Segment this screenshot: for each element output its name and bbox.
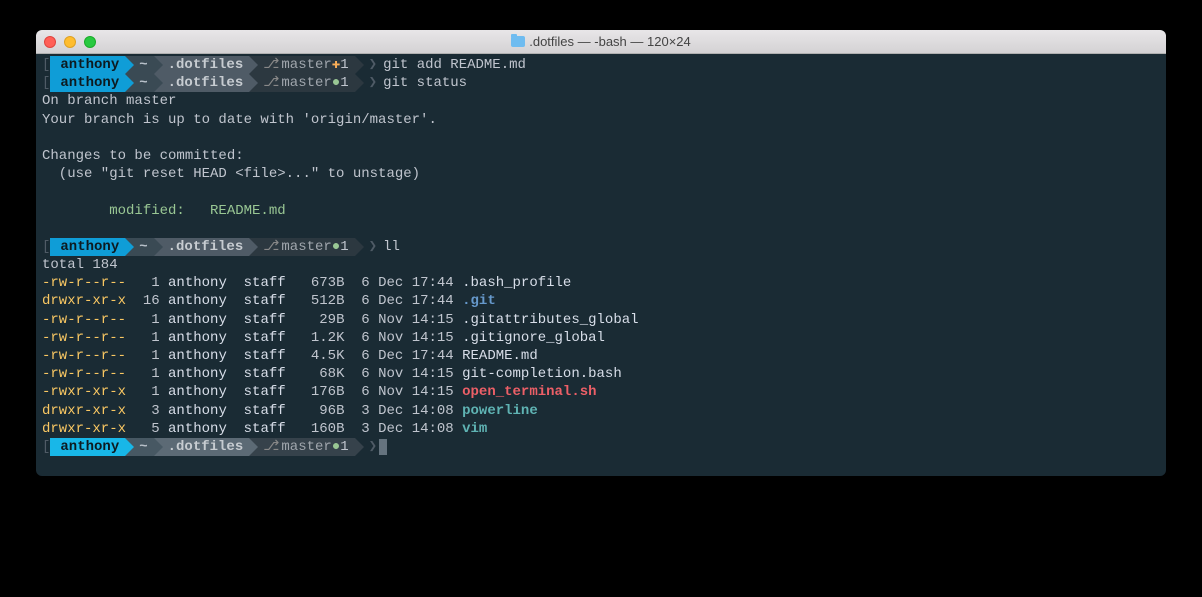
blank-line [42, 220, 1160, 238]
file-row: -rw-r--r-- 1 anthony staff 29B 6 Nov 14:… [42, 311, 1160, 329]
zoom-button[interactable] [84, 36, 96, 48]
prompt-dir: .dotfiles [154, 74, 250, 92]
file-listing: -rw-r--r-- 1 anthony staff 673B 6 Dec 17… [42, 274, 1160, 438]
prompt-user: anthony [50, 238, 125, 256]
window-title-text: .dotfiles — -bash — 120×24 [529, 34, 691, 49]
folder-icon [511, 36, 525, 47]
cursor [379, 439, 387, 455]
file-row: -rw-r--r-- 1 anthony staff 673B 6 Dec 17… [42, 274, 1160, 292]
file-row: drwxr-xr-x 3 anthony staff 96B 3 Dec 14:… [42, 402, 1160, 420]
traffic-lights [44, 36, 96, 48]
file-name: .git [462, 293, 496, 309]
command-text: git add README.md [383, 56, 526, 74]
window-title: .dotfiles — -bash — 120×24 [36, 34, 1166, 49]
prompt-user: anthony [50, 438, 125, 456]
file-row: -rwxr-xr-x 1 anthony staff 176B 6 Nov 14… [42, 383, 1160, 401]
terminal-window: .dotfiles — -bash — 120×24 [ anthony ~ .… [36, 30, 1166, 476]
prompt-git: ⎇ master ✚ 1 [249, 56, 354, 74]
prompt-dir: .dotfiles [154, 238, 250, 256]
prompt-line: [ anthony ~ .dotfiles ⎇ master ✚ 1 ❯ git… [42, 56, 1160, 74]
file-row: drwxr-xr-x 16 anthony staff 512B 6 Dec 1… [42, 292, 1160, 310]
output-line: modified: README.md [42, 202, 286, 220]
file-name: README.md [462, 348, 538, 364]
blank-line [42, 183, 1160, 201]
command-text: ll [383, 238, 400, 256]
output-line: (use "git reset HEAD <file>..." to unsta… [42, 165, 420, 183]
prompt-user: anthony [50, 74, 125, 92]
output-line: Changes to be committed: [42, 147, 244, 165]
prompt-line: [ anthony ~ .dotfiles ⎇ master ● 1 ❯ ll [42, 238, 1160, 256]
prompt-dir: .dotfiles [154, 438, 250, 456]
file-row: drwxr-xr-x 5 anthony staff 160B 3 Dec 14… [42, 420, 1160, 438]
prompt-git: ⎇ master ● 1 [249, 238, 354, 256]
blank-line [42, 129, 1160, 147]
branch-icon: ⎇ [263, 56, 279, 74]
titlebar[interactable]: .dotfiles — -bash — 120×24 [36, 30, 1166, 54]
file-name: .gitignore_global [462, 330, 605, 346]
file-row: -rw-r--r-- 1 anthony staff 1.2K 6 Nov 14… [42, 329, 1160, 347]
close-button[interactable] [44, 36, 56, 48]
branch-icon: ⎇ [263, 238, 279, 256]
branch-icon: ⎇ [263, 438, 279, 456]
prompt-git: ⎇ master ● 1 [249, 74, 354, 92]
file-name: .bash_profile [462, 275, 571, 291]
file-row: -rw-r--r-- 1 anthony staff 68K 6 Nov 14:… [42, 365, 1160, 383]
prompt-line-active: [ anthony ~ .dotfiles ⎇ master ● 1 ❯ [42, 438, 1160, 456]
prompt-git: ⎇ master ● 1 [249, 438, 354, 456]
command-text: git status [383, 74, 467, 92]
output-line: Your branch is up to date with 'origin/m… [42, 111, 437, 129]
file-name: .gitattributes_global [462, 312, 638, 328]
prompt-dir: .dotfiles [154, 56, 250, 74]
prompt-line: [ anthony ~ .dotfiles ⎇ master ● 1 ❯ git… [42, 74, 1160, 92]
file-row: -rw-r--r-- 1 anthony staff 4.5K 6 Dec 17… [42, 347, 1160, 365]
prompt-user: anthony [50, 56, 125, 74]
file-name: git-completion.bash [462, 366, 622, 382]
file-name: powerline [462, 403, 538, 419]
output-line: total 184 [42, 256, 118, 274]
terminal-body[interactable]: [ anthony ~ .dotfiles ⎇ master ✚ 1 ❯ git… [36, 54, 1166, 476]
output-line: On branch master [42, 92, 176, 110]
minimize-button[interactable] [64, 36, 76, 48]
file-name: open_terminal.sh [462, 384, 596, 400]
file-name: vim [462, 421, 487, 437]
branch-icon: ⎇ [263, 74, 279, 92]
